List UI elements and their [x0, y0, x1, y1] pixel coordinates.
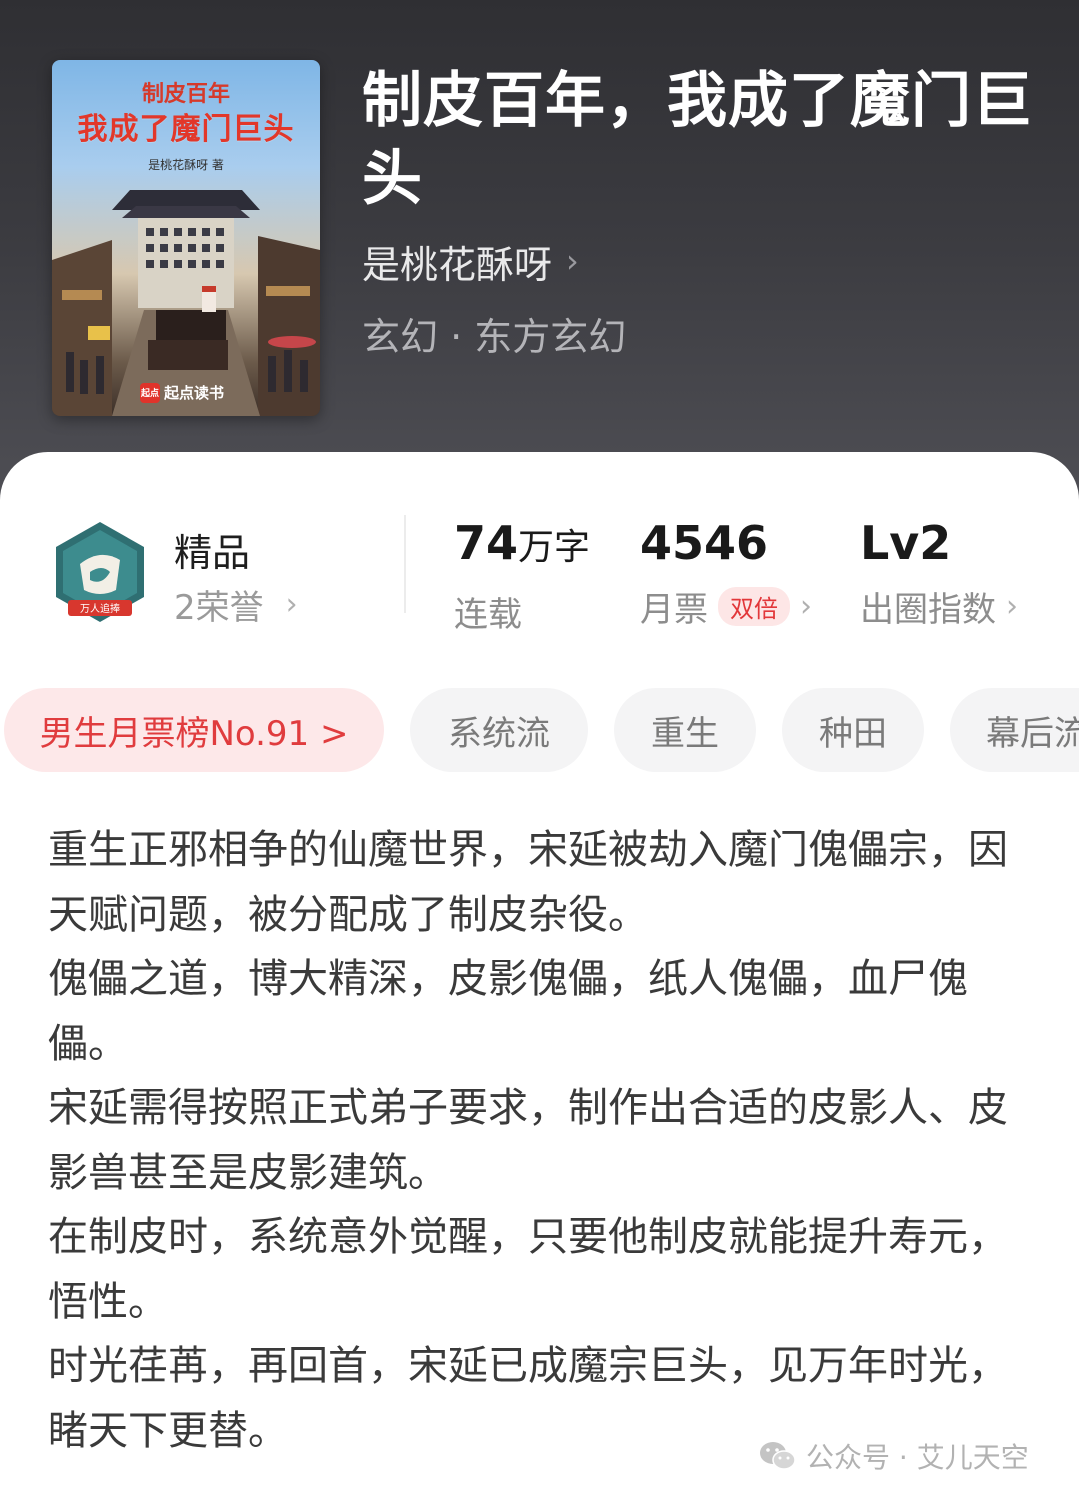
- honor-link[interactable]: 2荣誉 ›: [174, 580, 298, 629]
- word-count-value: 74: [454, 516, 519, 570]
- emblem-text: 万人追捧: [80, 602, 120, 615]
- chevron-right-icon: ›: [1006, 589, 1018, 624]
- wechat-icon: [760, 1442, 796, 1470]
- book-title: 制皮百年，我成了魔门巨头: [362, 66, 1033, 214]
- monthly-ticket-stat[interactable]: 4546 月票 双倍 ›: [640, 512, 812, 631]
- word-count-stat: 74万字 连载: [454, 512, 590, 636]
- description-paragraph: 在制皮时，系统意外觉醒，只要他制皮就能提升寿元，悟性。: [48, 1214, 1008, 1325]
- cover-author: 是桃花酥呀 著: [148, 158, 224, 172]
- quality-emblem-icon[interactable]: 万人追捧: [50, 520, 150, 628]
- tag-item[interactable]: 重生: [614, 688, 756, 772]
- chevron-right-icon: ›: [800, 589, 812, 624]
- monthly-ticket-label: 月票: [640, 590, 708, 630]
- tag-item[interactable]: 幕后流: [950, 688, 1079, 772]
- double-ticket-badge: 双倍: [718, 587, 790, 626]
- tag-row: 男生月票榜No.91 > 系统流 重生 种田 幕后流: [0, 688, 1079, 772]
- quality-label: 精品: [174, 531, 251, 575]
- word-count-unit: 万字: [518, 527, 591, 568]
- cover-brand: 起点 起点读书: [140, 382, 224, 403]
- chevron-right-icon: ›: [566, 242, 579, 280]
- chevron-right-icon: ›: [285, 587, 298, 622]
- serial-status: 连载: [454, 595, 522, 635]
- stats-divider: [404, 515, 406, 613]
- popularity-label: 出圈指数: [860, 590, 996, 630]
- tag-item[interactable]: 种田: [782, 688, 924, 772]
- honor-count: 2荣誉: [174, 588, 264, 628]
- description-paragraph: 宋延需得按照正式弟子要求，制作出合适的皮影人、皮影兽甚至是皮影建筑。: [48, 1085, 1008, 1196]
- book-cover[interactable]: 制皮百年 我成了魔门巨头 是桃花酥呀 著 起点 起点读书: [52, 60, 320, 416]
- description-paragraph: 重生正邪相争的仙魔世界，宋延被劫入魔门傀儡宗，因天赋问题，被分配成了制皮杂役。: [48, 827, 1008, 938]
- watermark-text: 公众号 · 艾儿天空: [806, 1441, 1029, 1474]
- watermark: 公众号 · 艾儿天空: [758, 1434, 1029, 1478]
- cover-brand-text: 起点读书: [164, 384, 225, 402]
- popularity-level: Lv2: [860, 516, 952, 570]
- popularity-stat[interactable]: Lv2 出圈指数 ›: [860, 512, 1018, 631]
- author-link[interactable]: 是桃花酥呀 ›: [362, 236, 579, 287]
- rank-tag[interactable]: 男生月票榜No.91 >: [4, 688, 384, 772]
- qidian-logo-icon: 起点: [140, 382, 160, 403]
- cover-title-main: 我成了魔门巨头: [77, 112, 295, 147]
- author-name: 是桃花酥呀: [362, 242, 553, 287]
- book-description[interactable]: 重生正邪相争的仙魔世界，宋延被劫入魔门傀儡宗，因天赋问题，被分配成了制皮杂役。 …: [48, 818, 1008, 1463]
- monthly-ticket-value: 4546: [640, 516, 769, 570]
- tag-item[interactable]: 系统流: [410, 688, 588, 772]
- book-genre[interactable]: 玄幻 · 东方玄幻: [362, 306, 626, 361]
- description-paragraph: 傀儡之道，博大精深，皮影傀儡，纸人傀儡，血尸傀儡。: [48, 956, 968, 1067]
